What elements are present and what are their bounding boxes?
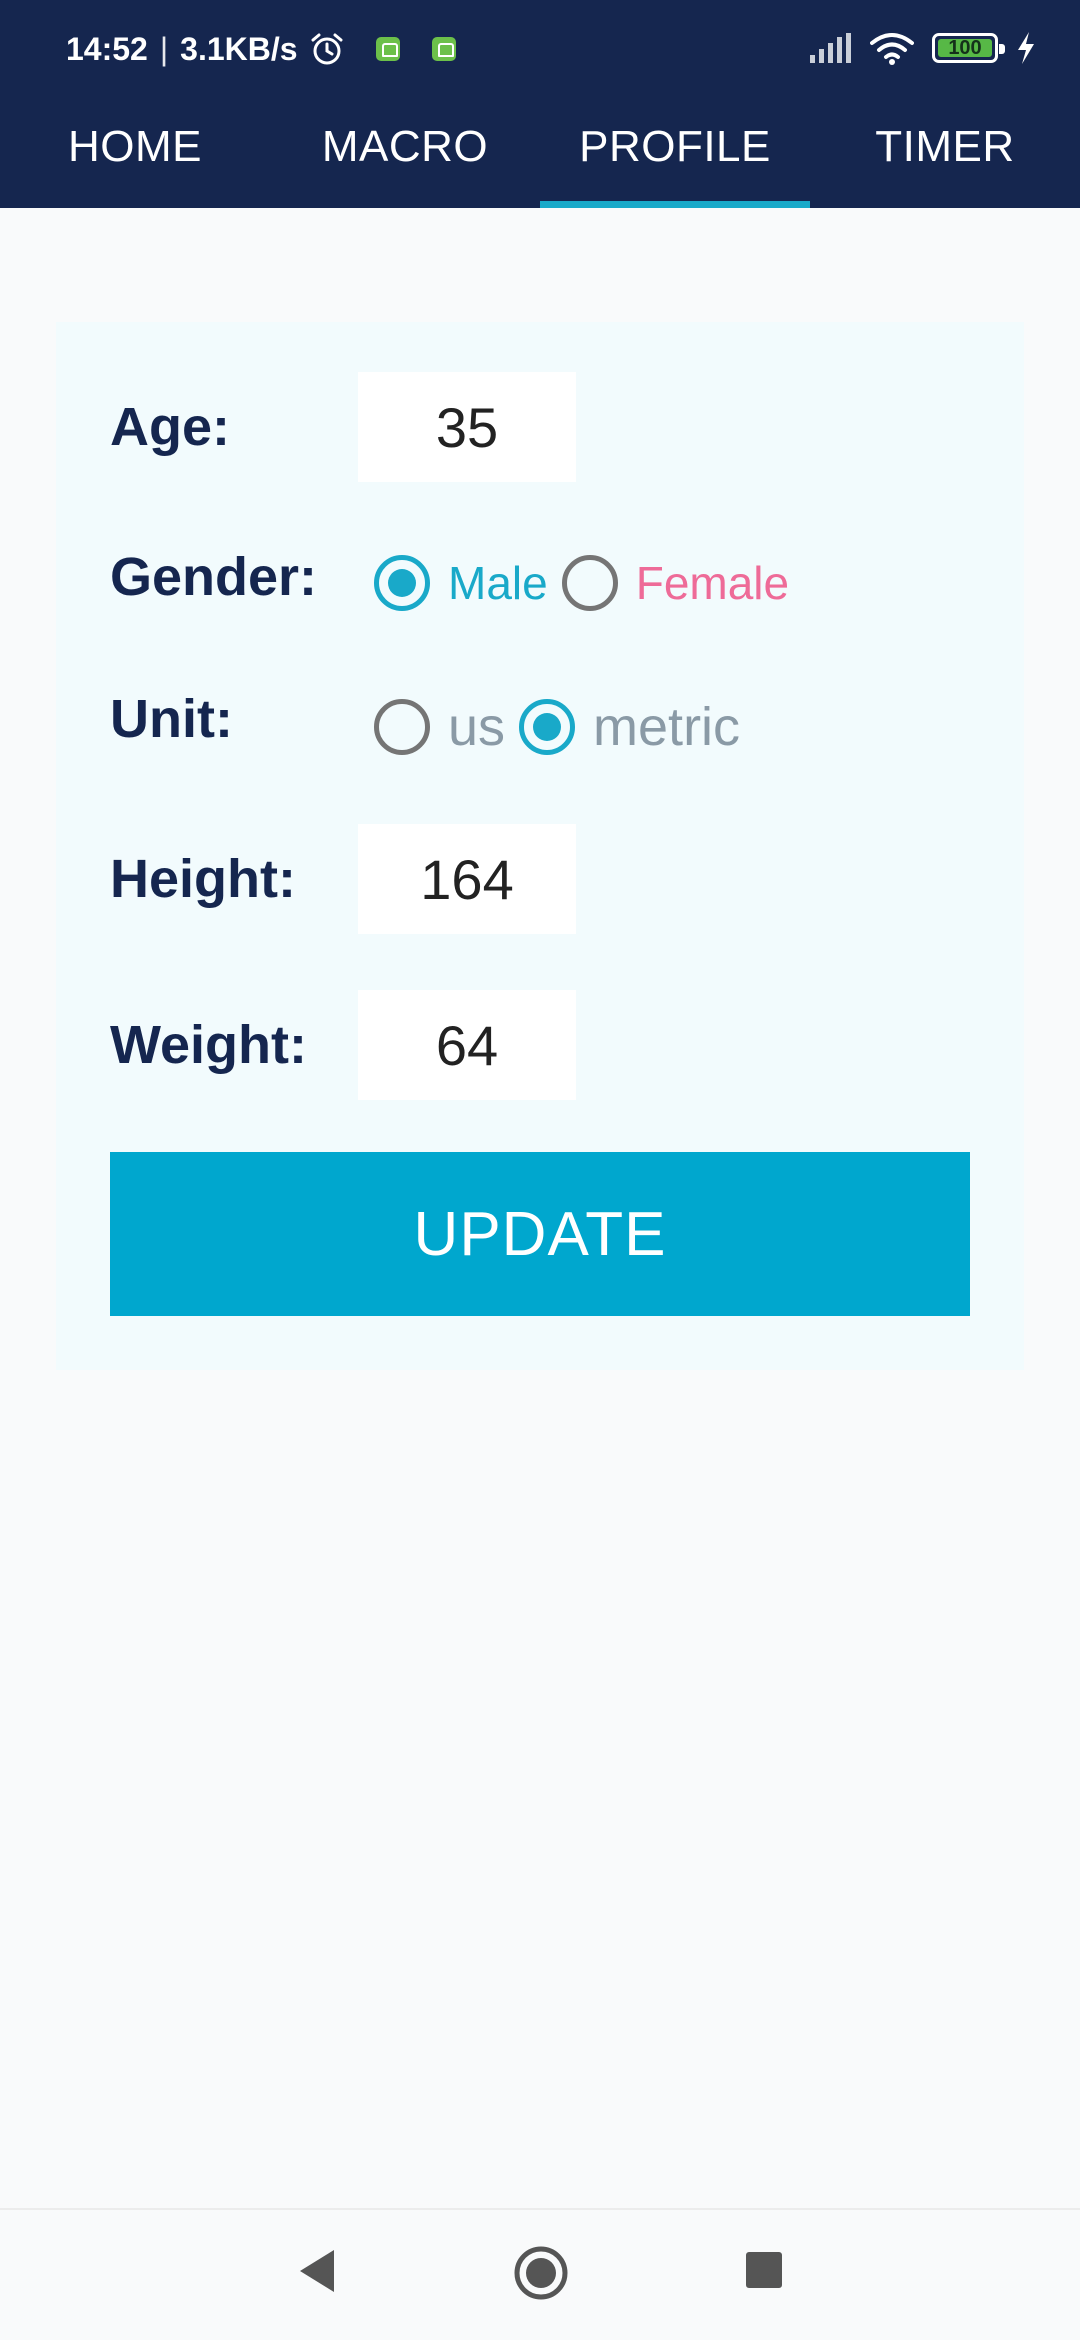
unit-metric-radio[interactable] — [519, 699, 576, 755]
status-time: 14:52 — [66, 30, 148, 67]
weight-label: Weight: — [110, 1015, 307, 1075]
unit-label: Unit: — [110, 689, 233, 749]
gender-male-radio[interactable] — [374, 555, 430, 611]
unit-metric-label[interactable]: metric — [593, 696, 740, 758]
tab-timer[interactable]: TIMER — [810, 96, 1080, 208]
gender-radio-group: Male Female — [374, 552, 803, 614]
back-icon[interactable] — [296, 2246, 336, 2296]
home-icon[interactable] — [514, 2246, 568, 2300]
tab-profile[interactable]: PROFILE — [540, 96, 810, 208]
unit-us-label[interactable]: us — [448, 696, 505, 758]
age-label: Age: — [110, 397, 230, 457]
tab-label: TIMER — [875, 122, 1015, 171]
signal-icon — [810, 33, 851, 63]
network-speed: 3.1KB/s — [180, 30, 298, 67]
unit-radio-group: us metric — [374, 696, 754, 758]
height-input[interactable] — [358, 824, 576, 934]
height-label: Height: — [110, 849, 296, 909]
tab-label: PROFILE — [579, 122, 771, 171]
app-notification-icon — [431, 37, 456, 61]
status-separator: | — [159, 30, 169, 67]
status-left: 14:52 | 3.1KB/s — [66, 26, 456, 72]
wifi-icon — [870, 33, 914, 65]
battery-icon: 100 — [932, 33, 1005, 63]
unit-us-radio[interactable] — [374, 699, 430, 755]
charging-icon — [1018, 32, 1034, 64]
alarm-icon — [311, 33, 343, 65]
gender-female-radio[interactable] — [561, 555, 618, 611]
gender-label: Gender: — [110, 547, 318, 607]
app-notification-icon — [375, 37, 400, 61]
tab-home[interactable]: HOME — [0, 96, 270, 208]
age-input[interactable] — [358, 372, 576, 482]
battery-level: 100 — [948, 36, 982, 59]
status-bar: 14:52 | 3.1KB/s 100 — [0, 0, 1080, 96]
tab-macro[interactable]: MACRO — [270, 96, 540, 208]
weight-input[interactable] — [358, 990, 576, 1100]
tab-bar: HOME MACRO PROFILE TIMER — [0, 96, 1080, 208]
recents-icon[interactable] — [746, 2252, 782, 2288]
tab-label: HOME — [68, 122, 202, 171]
app-header: 14:52 | 3.1KB/s 100 HOME MACRO PROFILE T… — [0, 0, 1080, 208]
update-button[interactable]: UPDATE — [110, 1152, 970, 1316]
gender-female-label[interactable]: Female — [636, 556, 789, 610]
system-nav-bar — [0, 2208, 1080, 2340]
profile-card: Age: Gender: Male Female Unit: us metric… — [56, 322, 1024, 1370]
app-screen: 14:52 | 3.1KB/s 100 HOME MACRO PROFILE T… — [0, 0, 1080, 2340]
gender-male-label[interactable]: Male — [448, 556, 548, 610]
battery-tip — [999, 44, 1005, 54]
status-right: 100 — [810, 28, 1036, 68]
tab-label: MACRO — [321, 122, 489, 171]
